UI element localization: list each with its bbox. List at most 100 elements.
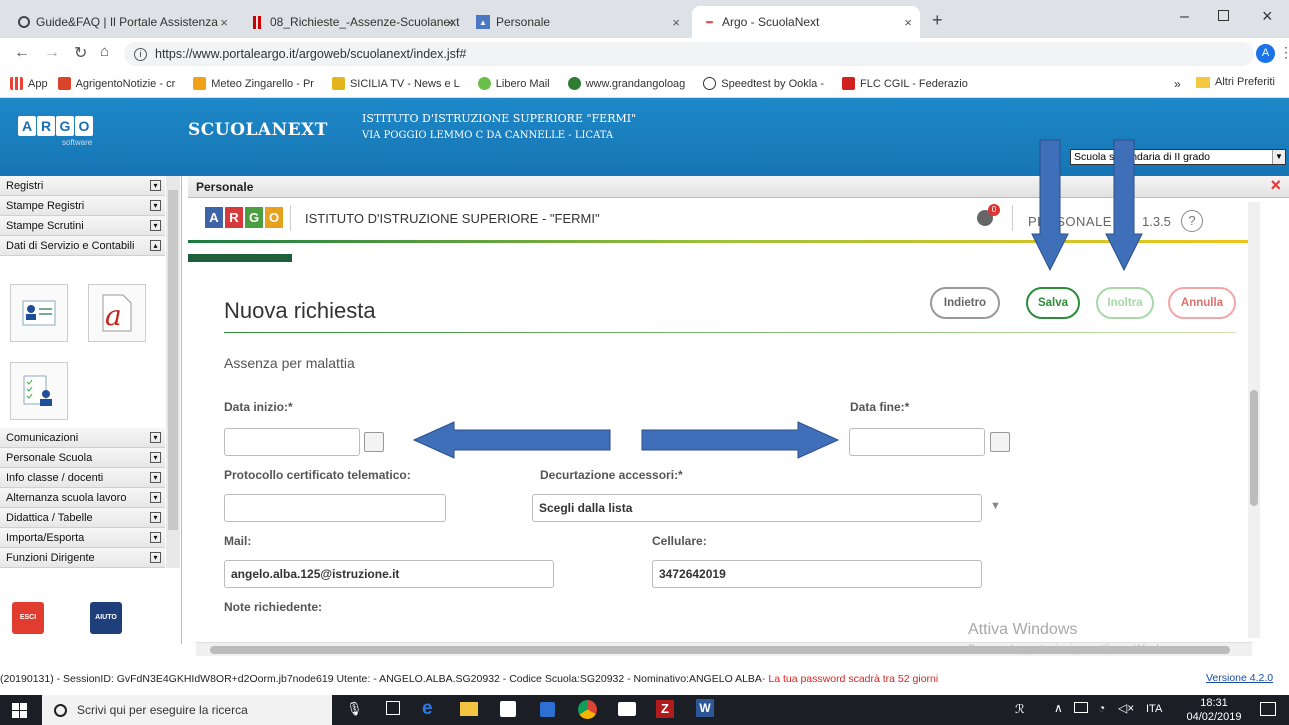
chevron-up-icon[interactable]: ∧ (1054, 701, 1063, 715)
sidebar-item-didattica[interactable]: Didattica / Tabelle ▾ (0, 508, 165, 528)
app-icon[interactable] (540, 702, 555, 717)
exit-button[interactable]: ESCI (12, 602, 44, 634)
close-icon[interactable]: × (220, 15, 228, 30)
filezilla-icon[interactable]: Z (656, 700, 674, 718)
sidebar-item-funzioni-dirigente[interactable]: Funzioni Dirigente ▾ (0, 548, 165, 568)
more-bookmarks-button[interactable]: » (1174, 77, 1181, 91)
sidebar-item-alternanza[interactable]: Alternanza scuola lavoro ▾ (0, 488, 165, 508)
profile-avatar[interactable]: A (1256, 44, 1275, 63)
tab-guide-faq[interactable]: Guide&FAQ | Il Portale Assistenza × (8, 6, 236, 38)
bookmark-flc-cgil[interactable]: FLC CGIL - Federazio (842, 77, 968, 90)
cancel-button[interactable]: Annulla (1168, 287, 1236, 319)
anagrafe-icon[interactable] (10, 284, 68, 342)
close-icon[interactable]: × (446, 15, 454, 30)
sidebar-item-info-classe[interactable]: Info classe / docenti ▾ (0, 468, 165, 488)
forward-arrow-icon[interactable]: → (44, 44, 60, 62)
sidebar-item-stampe-registri[interactable]: Stampe Registri ▾ (0, 196, 165, 216)
expand-icon[interactable]: ▾ (150, 532, 161, 543)
acrobat-document-icon[interactable]: a (88, 284, 146, 342)
bookmark-libero-mail[interactable]: Libero Mail (477, 77, 550, 90)
protocol-input[interactable] (224, 494, 446, 522)
end-date-input[interactable] (849, 428, 985, 456)
bookmark-speedtest[interactable]: Speedtest by Ookla - (703, 77, 824, 90)
sidebar-item-importa-esporta[interactable]: Importa/Esporta ▾ (0, 528, 165, 548)
bookmark-sicilia-tv[interactable]: SICILIA TV - News e L (331, 77, 460, 90)
window-close-button[interactable]: × (1262, 6, 1273, 27)
windows-start-icon[interactable] (12, 703, 27, 718)
expand-icon[interactable]: ▾ (150, 432, 161, 443)
notification-center-icon[interactable] (1260, 702, 1276, 716)
expand-icon[interactable]: ▾ (150, 180, 161, 191)
menu-dots-icon[interactable]: ⋮ (1279, 44, 1289, 61)
expand-icon[interactable]: ▾ (150, 492, 161, 503)
back-arrow-icon[interactable]: ← (14, 44, 30, 62)
microphone-icon[interactable]: 🎙 (346, 701, 363, 717)
expand-icon[interactable]: ▾ (150, 200, 161, 211)
sidebar-item-personale-scuola[interactable]: Personale Scuola ▾ (0, 448, 165, 468)
close-icon[interactable]: × (904, 15, 912, 30)
scrollbar-thumb[interactable] (168, 190, 178, 530)
chevron-down-icon[interactable]: ▼ (1272, 150, 1285, 164)
school-type-select[interactable]: Scuola secondaria di II grado ▼ (1070, 149, 1286, 165)
tab-richieste-assenze[interactable]: 08_Richieste_-Assenze-Scuolanext × (240, 6, 462, 38)
back-button[interactable]: Indietro (930, 287, 1000, 319)
site-icon (331, 77, 345, 90)
phone-input[interactable]: 3472642019 (652, 560, 982, 588)
clock-date[interactable]: 04/02/2019 (1180, 711, 1248, 723)
help-icon[interactable]: ? (1181, 210, 1203, 232)
chevron-down-icon[interactable]: ▼ (990, 500, 1001, 512)
scrollbar-thumb[interactable] (1250, 390, 1258, 506)
edge-icon[interactable]: e (422, 698, 433, 720)
bookmark-grandangolo[interactable]: www.grandangoloag (567, 77, 685, 90)
sidebar-item-stampe-scrutini[interactable]: Stampe Scrutini ▾ (0, 216, 165, 236)
battery-icon[interactable] (1074, 702, 1088, 713)
language-indicator[interactable]: ITA (1146, 703, 1162, 715)
panel-vertical-scrollbar[interactable] (1248, 202, 1260, 638)
clock-time[interactable]: 18:31 (1190, 697, 1238, 709)
expand-icon[interactable]: ▾ (150, 552, 161, 563)
bookmark-agrigentonotizie[interactable]: AgrigentoNotizie - cr (57, 77, 175, 90)
send-button[interactable]: Inoltra (1096, 287, 1154, 319)
sidebar-scrollbar[interactable] (166, 176, 180, 568)
mail-icon[interactable] (618, 702, 636, 716)
other-bookmarks-folder[interactable]: Altri Preferiti (1196, 76, 1275, 88)
word-icon[interactable]: W (696, 699, 714, 717)
chrome-icon[interactable] (578, 700, 597, 719)
version-link[interactable]: Versione 4.2.0 (1206, 672, 1273, 684)
bookmark-meteo[interactable]: Meteo Zingarello - Pr (193, 77, 314, 90)
sidebar-item-registri[interactable]: Registri ▾ (0, 176, 165, 196)
start-date-input[interactable] (224, 428, 360, 456)
tab-personale[interactable]: ▲ Personale × (466, 6, 688, 38)
task-view-icon[interactable] (386, 701, 400, 715)
expand-icon[interactable]: ▾ (150, 452, 161, 463)
reload-icon[interactable]: ↻ (74, 43, 87, 63)
expand-icon[interactable]: ▾ (150, 512, 161, 523)
maximize-button[interactable] (1218, 10, 1229, 21)
url-input[interactable]: i https://www.portaleargo.it/argoweb/scu… (124, 42, 1254, 66)
file-explorer-icon[interactable] (460, 702, 478, 716)
save-button[interactable]: Salva (1026, 287, 1080, 319)
volume-icon[interactable]: ◁× (1118, 701, 1134, 715)
sidebar-item-dati-servizio[interactable]: Dati di Servizio e Contabili ▴ (0, 236, 165, 256)
expand-icon[interactable]: ▾ (150, 220, 161, 231)
store-icon[interactable] (500, 701, 516, 717)
tab-argo-scuolanext[interactable]: ▪▪▪ Argo - ScuolaNext × (692, 6, 920, 38)
expand-icon[interactable]: ▾ (150, 472, 161, 483)
deduction-select[interactable]: Scegli dalla lista (532, 494, 982, 522)
panel-close-icon[interactable]: × (1270, 175, 1281, 196)
calendar-icon[interactable] (364, 432, 384, 452)
bookmark-apps[interactable]: App (10, 77, 48, 90)
help-button[interactable]: AIUTO (90, 602, 122, 634)
calendar-icon[interactable] (990, 432, 1010, 452)
home-icon[interactable]: ⌂ (100, 43, 109, 60)
checklist-person-icon[interactable] (10, 362, 68, 420)
wifi-icon[interactable]: ◔ (1098, 701, 1105, 715)
new-tab-button[interactable]: + (932, 10, 943, 31)
mail-input[interactable]: angelo.alba.125@istruzione.it (224, 560, 554, 588)
collapse-icon[interactable]: ▴ (150, 240, 161, 251)
close-icon[interactable]: × (672, 15, 680, 30)
sidebar-item-comunicazioni[interactable]: Comunicazioni ▾ (0, 428, 165, 448)
taskbar-search[interactable]: Scrivi qui per eseguire la ricerca (42, 695, 332, 725)
people-icon[interactable]: ℛ (1015, 702, 1025, 716)
minimize-button[interactable]: – (1180, 8, 1189, 26)
